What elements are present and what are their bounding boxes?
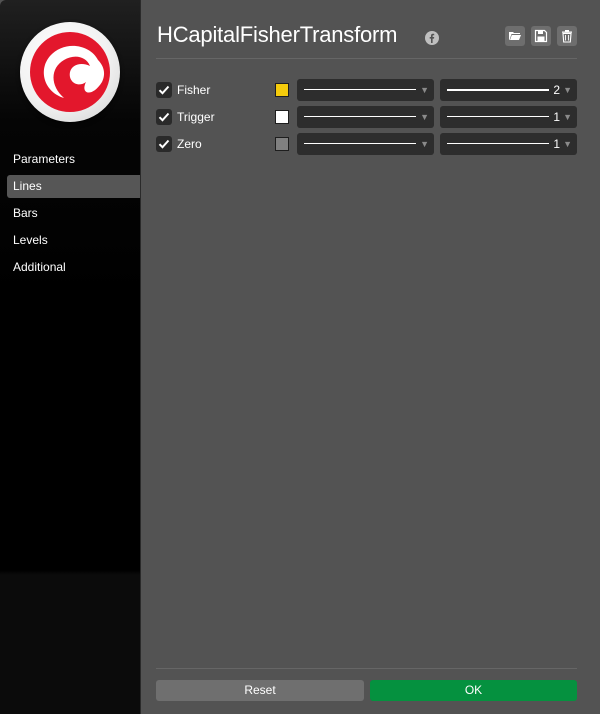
line-row-zero: Zero ▼ 1 ▼	[156, 133, 577, 155]
checkmark-icon	[158, 112, 170, 122]
trigger-checkbox[interactable]	[156, 109, 172, 125]
line-width-preview	[447, 116, 549, 117]
zero-label: Zero	[177, 137, 202, 151]
zero-color-swatch[interactable]	[275, 137, 289, 151]
save-icon	[534, 29, 548, 43]
zero-width-dropdown[interactable]: 1 ▼	[440, 133, 577, 155]
sidebar-nav: Parameters Lines Bars Levels Additional	[7, 148, 140, 283]
trigger-label: Trigger	[177, 110, 215, 124]
ok-button[interactable]: OK	[370, 680, 577, 701]
line-width-preview	[447, 89, 549, 91]
chevron-down-icon: ▼	[563, 85, 572, 95]
line-width-preview	[447, 143, 549, 144]
fisher-width-dropdown[interactable]: 2 ▼	[440, 79, 577, 101]
line-row-trigger: Trigger ▼ 1 ▼	[156, 106, 577, 128]
chevron-down-icon: ▼	[563, 139, 572, 149]
trigger-width-dropdown[interactable]: 1 ▼	[440, 106, 577, 128]
checkmark-icon	[158, 85, 170, 95]
chevron-down-icon: ▼	[420, 112, 429, 122]
dialog-title: HCapitalFisherTransform	[157, 22, 398, 47]
sidebar: Parameters Lines Bars Levels Additional	[0, 0, 141, 714]
line-style-preview	[304, 143, 416, 144]
zero-style-dropdown[interactable]: ▼	[297, 133, 434, 155]
sidebar-item-additional[interactable]: Additional	[7, 256, 140, 279]
sidebar-item-bars[interactable]: Bars	[7, 202, 140, 225]
open-button[interactable]	[505, 26, 525, 46]
facebook-icon[interactable]	[425, 31, 439, 45]
line-style-preview	[304, 89, 416, 90]
save-button[interactable]	[531, 26, 551, 46]
header-divider	[156, 58, 577, 59]
fisher-checkbox[interactable]	[156, 82, 172, 98]
trigger-color-swatch[interactable]	[275, 110, 289, 124]
fisher-label: Fisher	[177, 83, 211, 97]
line-style-preview	[304, 116, 416, 117]
trigger-style-dropdown[interactable]: ▼	[297, 106, 434, 128]
fisher-width-value: 2	[553, 83, 560, 97]
chevron-down-icon: ▼	[563, 112, 572, 122]
zero-checkbox[interactable]	[156, 136, 172, 152]
trigger-width-value: 1	[553, 110, 560, 124]
checkmark-icon	[158, 139, 170, 149]
folder-open-icon	[509, 32, 521, 40]
fisher-color-swatch[interactable]	[275, 83, 289, 97]
chevron-down-icon: ▼	[420, 139, 429, 149]
sidebar-item-parameters[interactable]: Parameters	[7, 148, 140, 171]
trash-icon	[562, 30, 572, 43]
sidebar-item-lines[interactable]: Lines	[7, 175, 140, 198]
fisher-style-dropdown[interactable]: ▼	[297, 79, 434, 101]
line-row-fisher: Fisher ▼ 2 ▼	[156, 79, 577, 101]
footer-divider	[156, 668, 577, 669]
zero-width-value: 1	[553, 137, 560, 151]
settings-dialog: Parameters Lines Bars Levels Additional …	[0, 0, 600, 714]
chevron-down-icon: ▼	[420, 85, 429, 95]
delete-button[interactable]	[557, 26, 577, 46]
cbrain-logo-icon	[20, 22, 120, 122]
sidebar-item-levels[interactable]: Levels	[7, 229, 140, 252]
reset-button[interactable]: Reset	[156, 680, 364, 701]
